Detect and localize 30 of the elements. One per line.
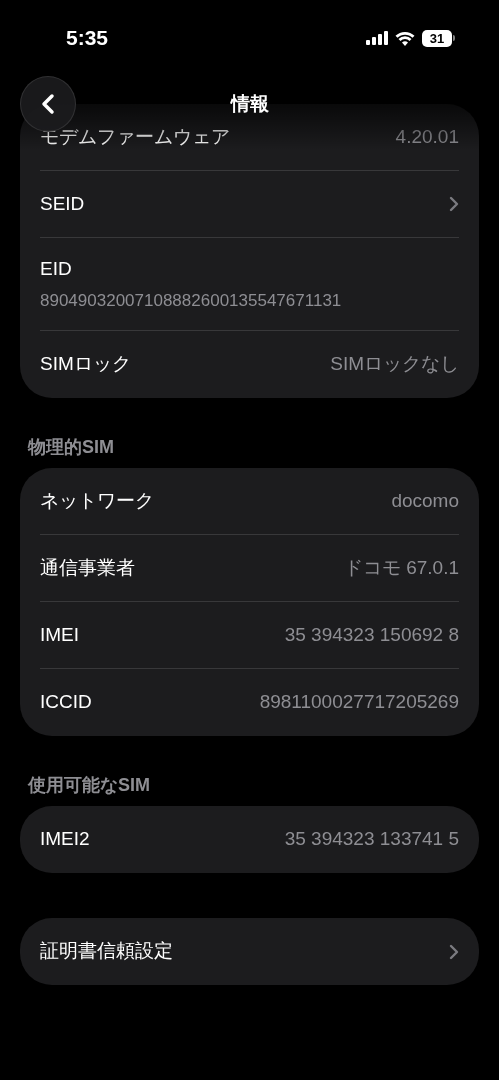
row-label: IMEI2: [40, 827, 90, 852]
battery-icon: 31: [422, 29, 455, 47]
row-label: ICCID: [40, 690, 92, 715]
row-label: SIMロック: [40, 352, 131, 377]
nav-title: 情報: [230, 91, 269, 116]
row-value: SIMロックなし: [330, 352, 459, 377]
wifi-icon: [395, 30, 415, 46]
row-label: EID: [40, 257, 73, 281]
settings-row[interactable]: 証明書信頼設定: [40, 918, 459, 985]
back-chevron-icon: [41, 93, 55, 115]
settings-row[interactable]: SEID: [40, 171, 459, 238]
section-header: 使用可能なSIM: [26, 774, 151, 796]
row-value: 35 394323 133741 5: [284, 827, 459, 852]
row-value: 4.20.01: [395, 124, 459, 149]
row-label: モデムファームウェア: [40, 124, 230, 149]
row-label: ネットワーク: [40, 488, 154, 513]
row-label: 証明書信頼設定: [40, 939, 173, 964]
row-label: IMEI: [40, 622, 80, 647]
status-time: 5:35: [66, 25, 109, 52]
section-header: 物理的SIM: [26, 436, 115, 458]
chevron-icon: [449, 943, 459, 960]
row-value: docomo: [391, 488, 459, 513]
row-value: 89049032007108882600135547671131: [40, 289, 343, 312]
row-value: 8981100027717205269: [259, 690, 459, 715]
signal-icon: [366, 31, 388, 45]
row-value: 35 394323 150692 8: [284, 622, 459, 647]
row-value: ドコモ 67.0.1: [343, 555, 459, 580]
row-label: 通信事業者: [40, 555, 135, 580]
chevron-icon: [449, 196, 459, 212]
row-label: SEID: [40, 191, 85, 216]
